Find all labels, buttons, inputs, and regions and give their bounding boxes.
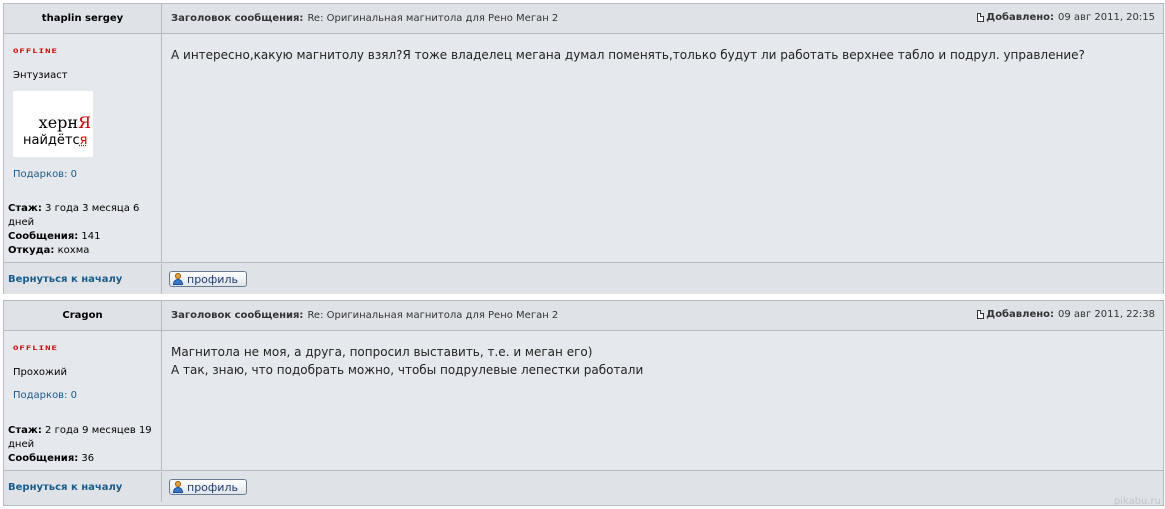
profile-label: профиль [187, 480, 238, 494]
post-message: Магнитола не моя, а друга, попросил выст… [162, 331, 1163, 470]
stat-value: 36 [81, 453, 95, 464]
post-link-icon[interactable] [977, 13, 985, 22]
avatar-text-2: найдётс [23, 133, 80, 148]
stat-label: Стаж: [8, 425, 42, 436]
author-name[interactable]: thaplin sergey [4, 4, 162, 33]
status-badge: OFFLINE [13, 48, 58, 55]
back-to-top-link[interactable]: Вернуться к началу [8, 482, 122, 493]
added-label: Добавлено: [986, 12, 1055, 23]
post-link-icon[interactable] [977, 310, 985, 319]
subject-label: Заголовок сообщения: [171, 310, 304, 321]
subject-line: Заголовок сообщения: Re: Оригинальная ма… [162, 4, 1163, 33]
post-header: Cragon Заголовок сообщения: Re: Оригинал… [4, 301, 1163, 331]
footer-left: Вернуться к началу [4, 264, 162, 294]
gifts-link[interactable]: Подарков: 0 [13, 390, 157, 401]
message-line: А интересно,какую магнитолу взял?Я тоже … [171, 48, 1085, 62]
post-date: Добавлено: 09 авг 2011, 20:15 [977, 12, 1155, 23]
post-body: OFFLINE Энтузиаст хернЯ найдётся Подарко… [4, 34, 1163, 263]
gifts-link[interactable]: Подарков: 0 [13, 169, 157, 180]
author-profile: OFFLINE Энтузиаст хернЯ найдётся Подарко… [4, 34, 162, 262]
watermark: pikabu.ru [1113, 496, 1161, 507]
user-stats: Стаж: 3 года 3 месяца 6 дней Сообщения: … [8, 202, 156, 258]
post-message: А интересно,какую магнитолу взял?Я тоже … [162, 34, 1163, 262]
avatar-text-2-red: я [79, 133, 88, 148]
profile-button[interactable]: профиль [169, 479, 247, 495]
user-stats: Стаж: 2 года 9 месяцев 19 дней Сообщения… [8, 424, 156, 466]
footer-right: профиль [162, 472, 1163, 502]
avatar: хернЯ найдётся [13, 91, 93, 157]
author-name[interactable]: Cragon [4, 301, 162, 330]
status-badge: OFFLINE [13, 345, 58, 352]
stat-label: Откуда: [8, 245, 55, 256]
added-label: Добавлено: [986, 309, 1055, 320]
user-rank: Прохожий [13, 367, 68, 378]
post-date: Добавлено: 09 авг 2011, 22:38 [977, 309, 1155, 320]
message-line: Магнитола не моя, а друга, попросил выст… [171, 345, 593, 359]
stat-label: Сообщения: [8, 453, 79, 464]
added-date: 09 авг 2011, 22:38 [1058, 309, 1155, 320]
user-rank: Энтузиаст [13, 70, 68, 81]
message-line: А так, знаю, что подобрать можно, чтобы … [171, 363, 644, 377]
footer-right: профиль [162, 264, 1163, 294]
stat-label: Стаж: [8, 203, 42, 214]
forum-topic: thaplin sergey Заголовок сообщения: Re: … [0, 0, 1165, 509]
user-icon [172, 273, 184, 285]
subject-line: Заголовок сообщения: Re: Оригинальная ма… [162, 301, 1163, 330]
added-date: 09 авг 2011, 20:15 [1058, 12, 1155, 23]
post-footer: Вернуться к началу профиль [4, 264, 1163, 294]
user-icon [172, 481, 184, 493]
avatar-text-1-red: Я [78, 113, 91, 132]
footer-left: Вернуться к началу [4, 472, 162, 502]
back-to-top-link[interactable]: Вернуться к началу [8, 274, 122, 285]
post-header: thaplin sergey Заголовок сообщения: Re: … [4, 4, 1163, 34]
author-profile: OFFLINE Прохожий Подарков: 0 Стаж: 2 год… [4, 331, 162, 470]
subject-text: Re: Оригинальная магнитола для Рено Мега… [307, 310, 559, 321]
post: Cragon Заголовок сообщения: Re: Оригинал… [3, 300, 1164, 506]
subject-text: Re: Оригинальная магнитола для Рено Мега… [307, 13, 559, 24]
post-footer: Вернуться к началу профиль [4, 472, 1163, 502]
subject-label: Заголовок сообщения: [171, 13, 304, 24]
avatar-text-1: херн [38, 113, 79, 132]
stat-label: Сообщения: [8, 231, 79, 242]
stat-value: кохма [57, 245, 90, 256]
profile-button[interactable]: профиль [169, 271, 247, 287]
post-body: OFFLINE Прохожий Подарков: 0 Стаж: 2 год… [4, 331, 1163, 471]
profile-label: профиль [187, 272, 238, 286]
post: thaplin sergey Заголовок сообщения: Re: … [3, 3, 1164, 294]
stat-value: 141 [81, 231, 101, 242]
